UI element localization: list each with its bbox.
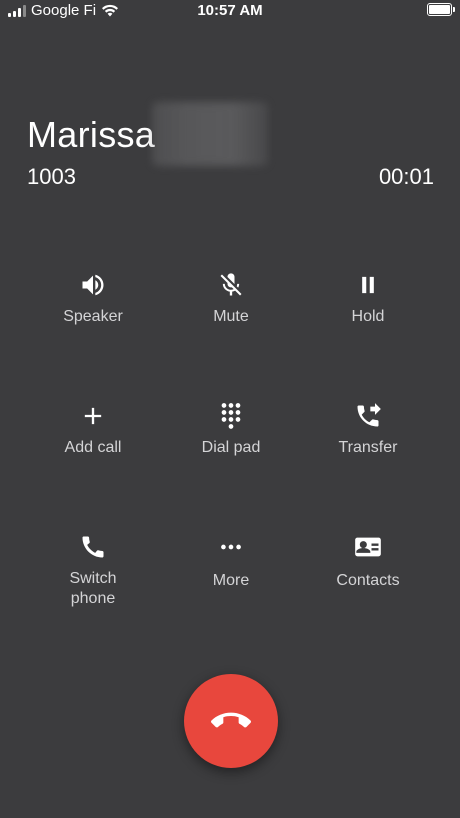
add-call-button[interactable]: Add call	[28, 402, 158, 458]
mute-label: Mute	[213, 308, 249, 325]
phone-forward-icon	[354, 402, 382, 430]
phone-icon	[79, 533, 107, 561]
contacts-button[interactable]: Contacts	[303, 533, 433, 591]
speaker-button[interactable]: Speaker	[28, 271, 158, 327]
status-right	[427, 3, 455, 16]
more-button[interactable]: More	[166, 533, 296, 591]
battery-icon	[427, 3, 455, 16]
dial-pad-button[interactable]: Dial pad	[166, 402, 296, 458]
status-bar: Google Fi 10:57 AM	[0, 0, 460, 22]
hold-label: Hold	[351, 308, 385, 325]
switch-phone-button[interactable]: Switch phone	[28, 533, 158, 609]
transfer-label: Transfer	[338, 439, 398, 456]
more-dots-icon	[217, 533, 245, 561]
hang-up-icon	[211, 712, 251, 728]
caller-extension: 1003	[27, 164, 76, 189]
plus-icon	[79, 402, 107, 430]
end-call-button[interactable]	[184, 674, 278, 768]
add-call-label: Add call	[64, 439, 122, 456]
pause-icon	[354, 271, 382, 299]
mute-button[interactable]: Mute	[166, 271, 296, 327]
hold-button[interactable]: Hold	[303, 271, 433, 327]
speaker-label: Speaker	[63, 308, 123, 325]
switch-phone-label: Switch phone	[69, 570, 117, 607]
dialpad-icon	[217, 402, 245, 430]
dial-pad-label: Dial pad	[201, 439, 261, 456]
more-label: More	[212, 572, 250, 589]
mic-off-icon	[217, 271, 245, 299]
status-time: 10:57 AM	[197, 2, 263, 19]
speaker-icon	[79, 271, 107, 299]
call-timer: 00:01	[378, 164, 434, 189]
caller-name: Marissa	[27, 114, 156, 155]
transfer-button[interactable]: Transfer	[303, 402, 433, 458]
redacted-surname	[152, 102, 268, 166]
contacts-label: Contacts	[336, 572, 400, 589]
contact-card-icon	[354, 533, 382, 561]
